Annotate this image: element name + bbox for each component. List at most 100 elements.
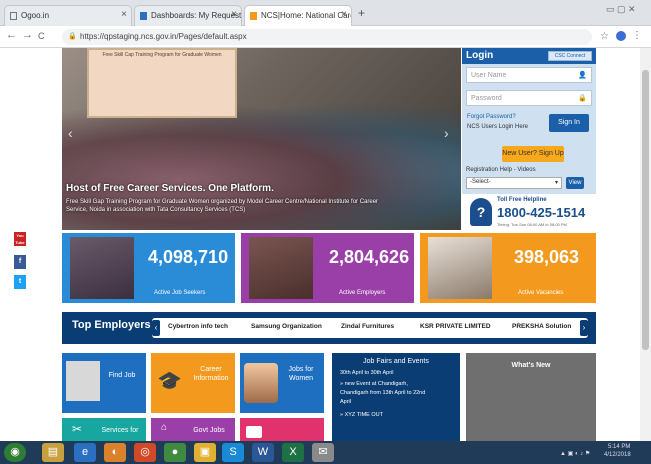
excel-icon[interactable]: X (282, 443, 304, 462)
registration-help-label: Registration Help - Videos (466, 167, 536, 173)
chrome-icon[interactable]: ● (164, 443, 186, 462)
new-tab-button[interactable]: + (358, 6, 365, 20)
tile-find-job[interactable]: Find Job (62, 353, 146, 413)
dashboard-icon (140, 12, 147, 20)
tab-label: Ogoo.in (21, 11, 50, 20)
app-icon[interactable]: ◐ (104, 443, 126, 462)
menu-icon[interactable]: ⋮ (632, 30, 642, 41)
employers-prev-button[interactable]: ‹ (152, 320, 160, 336)
tile-extra[interactable] (240, 418, 324, 441)
top-employers-title: Top Employers (72, 319, 151, 331)
explorer-icon[interactable]: ▤ (42, 443, 64, 462)
back-button[interactable]: ← (6, 29, 17, 41)
close-icon[interactable]: × (341, 9, 347, 20)
select-value: -Select- (470, 179, 491, 185)
forgot-password-link[interactable]: Forgot Password? (467, 114, 516, 120)
helpline-timing: Timing: Tue-Sun 08:00 AM to 08:00 PM (497, 222, 567, 227)
stat-value: 2,804,626 (329, 247, 410, 267)
youtube-icon[interactable]: You Tube (14, 232, 26, 246)
url-field[interactable]: 🔒 https://qpstaging.ncs.gov.in/Pages/def… (62, 29, 592, 45)
close-icon[interactable]: × (121, 9, 127, 20)
firefox-icon[interactable]: ◎ (134, 443, 156, 462)
scrollbar-thumb[interactable] (642, 70, 649, 350)
ncs-icon (250, 12, 257, 20)
tray-date[interactable]: 4/12/2018 (604, 452, 631, 458)
job-fair-line: April (340, 399, 352, 405)
skype-icon[interactable]: S (222, 443, 244, 462)
hero-description: Free Skill Gap Training Program for Grad… (66, 199, 379, 213)
tile-career-information[interactable]: 🎓 Career Information (151, 353, 235, 413)
stat-image (70, 237, 134, 299)
job-fairs-panel (332, 353, 460, 441)
job-fair-line[interactable]: » new Event at Chandigarh, (340, 381, 408, 388)
whats-new-title: What's New (511, 362, 551, 369)
employers-next-button[interactable]: › (580, 320, 588, 336)
chevron-down-icon: ▾ (554, 180, 558, 186)
extension-icon[interactable] (616, 31, 626, 41)
document-icon (10, 12, 17, 20)
stat-image (428, 237, 492, 299)
stat-image (249, 237, 313, 299)
start-button[interactable]: ◉ (4, 443, 26, 462)
folder-icon[interactable]: ▣ (194, 443, 216, 462)
tile-label: Find Job (108, 372, 136, 379)
stat-label: Active Employers (339, 290, 386, 296)
forward-button[interactable]: → (22, 29, 33, 41)
building-icon: ⌂ (161, 422, 168, 433)
tray-time[interactable]: 5:14 PM (608, 444, 630, 450)
browser-tab-1[interactable]: Ogoo.in × (4, 5, 132, 26)
url-text: https://qpstaging.ncs.gov.in/Pages/defau… (80, 32, 247, 41)
password-placeholder: Password (471, 95, 502, 102)
tab-label: NCS|Home: National Career Serv (261, 11, 351, 20)
helpline-number: 1800-425-1514 (497, 205, 586, 220)
star-icon[interactable]: ☆ (600, 31, 609, 42)
helpline-icon: ? (470, 198, 492, 226)
stat-employers[interactable]: 2,804,626 Active Employers (241, 233, 414, 303)
tray-icons[interactable]: ▲ ▣ ◐ ♪ ⚑ (560, 450, 590, 457)
window-controls[interactable]: ▭ ▢ ✕ (606, 4, 636, 15)
tile-services[interactable]: ✂ Services for (62, 418, 146, 441)
word-icon[interactable]: W (252, 443, 274, 462)
mail-icon[interactable]: ✉ (312, 443, 334, 462)
tile-label: Govt Jobs (193, 427, 225, 434)
monitor-icon (246, 426, 262, 438)
signup-button[interactable]: New User? Sign Up (502, 146, 564, 162)
view-button[interactable]: View (566, 177, 584, 189)
lock-icon: 🔒 (578, 95, 587, 102)
hero-next-arrow[interactable]: › (444, 125, 449, 141)
tile-govt-jobs[interactable]: ⌂ Govt Jobs (151, 418, 235, 441)
employer-item[interactable]: PREKSHA Solution (512, 323, 571, 330)
signin-button[interactable]: Sign In (549, 114, 589, 132)
lock-icon: 🔒 (68, 33, 77, 40)
browser-tab-2[interactable]: Dashboards: My Requests - Mic × (134, 5, 242, 26)
twitter-icon[interactable]: t (14, 275, 26, 289)
newspaper-icon (66, 361, 100, 401)
job-fair-line: 30th April to 30th April (340, 370, 394, 376)
csc-connect-button[interactable]: CSC Connect (548, 51, 592, 61)
employer-item[interactable]: Cybertron info tech (168, 323, 228, 330)
helpline-label: Toll Free Helpline (497, 197, 547, 203)
user-icon: 👤 (578, 72, 587, 79)
tab-label: Dashboards: My Requests - Mic (151, 11, 242, 20)
tile-jobs-for-women[interactable]: Jobs for Women (240, 353, 324, 413)
username-field[interactable]: User Name 👤 (466, 67, 592, 83)
tile-label: Jobs for Women (288, 366, 314, 382)
stat-vacancies[interactable]: 398,063 Active Vacancies (420, 233, 596, 303)
employer-item[interactable]: Samsung Organization (251, 323, 322, 330)
ie-icon[interactable]: e (74, 443, 96, 462)
browser-tab-3[interactable]: NCS|Home: National Career Serv × (244, 5, 352, 26)
close-icon[interactable]: × (231, 9, 237, 20)
employer-item[interactable]: KSR PRIVATE LIMITED (420, 323, 491, 330)
job-fair-line[interactable]: Chandigarh from 13th April to 22nd (340, 390, 425, 397)
stat-label: Active Vacancies (518, 290, 564, 296)
hero-prev-arrow[interactable]: ‹ (68, 125, 73, 141)
job-fair-line[interactable]: » XYZ TIME OUT (340, 412, 383, 419)
stat-value: 4,098,710 (148, 247, 229, 267)
registration-help-select[interactable]: -Select- ▾ (466, 177, 562, 189)
employer-item[interactable]: Zindal Furnitures (341, 323, 394, 330)
stat-job-seekers[interactable]: 4,098,710 Active Job Seekers (62, 233, 235, 303)
password-field[interactable]: Password 🔒 (466, 90, 592, 106)
reload-button[interactable]: C (38, 31, 45, 41)
facebook-icon[interactable]: f (14, 255, 26, 269)
stat-value: 398,063 (514, 247, 580, 267)
